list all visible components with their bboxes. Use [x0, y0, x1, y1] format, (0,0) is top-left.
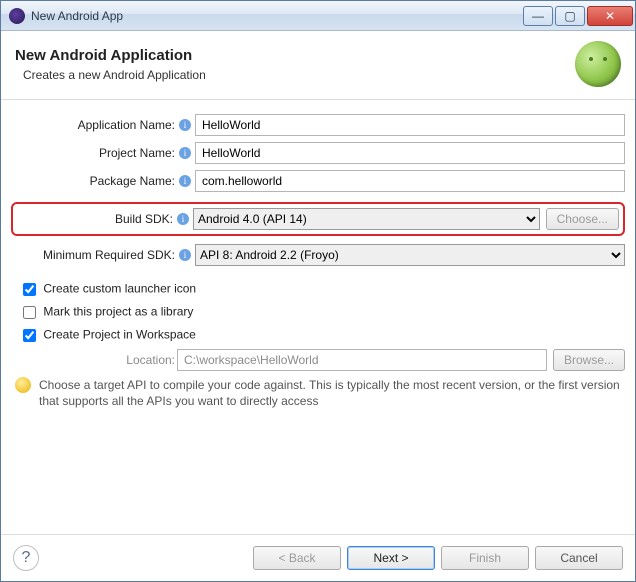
dialog-window: New Android App — ▢ ✕ New Android Applic…	[0, 0, 636, 582]
titlebar[interactable]: New Android App — ▢ ✕	[1, 1, 635, 31]
label-package-name: Package Name:	[11, 174, 177, 188]
row-package-name: Package Name: i	[11, 170, 625, 192]
page-title: New Android Application	[15, 47, 575, 64]
info-icon[interactable]: i	[179, 175, 191, 187]
check-workspace[interactable]: Create Project in Workspace	[19, 326, 625, 345]
check-library[interactable]: Mark this project as a library	[19, 303, 625, 322]
page-subtitle: Creates a new Android Application	[23, 68, 575, 82]
back-button[interactable]: < Back	[253, 546, 341, 570]
window-title: New Android App	[31, 9, 523, 23]
info-icon[interactable]: i	[179, 147, 191, 159]
launcher-icon-checkbox[interactable]	[23, 283, 36, 296]
build-sdk-select[interactable]: Android 4.0 (API 14)	[193, 208, 540, 230]
package-name-input[interactable]	[195, 170, 625, 192]
row-min-sdk: Minimum Required SDK: i API 8: Android 2…	[11, 244, 625, 266]
wizard-footer: ? < Back Next > Finish Cancel	[1, 534, 635, 581]
highlighted-build-sdk: Build SDK: i Android 4.0 (API 14) Choose…	[11, 202, 625, 236]
min-sdk-select[interactable]: API 8: Android 2.2 (Froyo)	[195, 244, 625, 266]
label-application-name: Application Name:	[11, 118, 177, 132]
label-location: Location:	[11, 353, 177, 367]
location-input	[177, 349, 547, 371]
check-launcher-icon[interactable]: Create custom launcher icon	[19, 280, 625, 299]
label-project-name: Project Name:	[11, 146, 177, 160]
window-controls: — ▢ ✕	[523, 6, 633, 26]
form-area: Application Name: i Project Name: i Pack…	[1, 100, 635, 415]
label-build-sdk: Build SDK:	[17, 212, 175, 226]
close-button[interactable]: ✕	[587, 6, 633, 26]
wizard-header: New Android Application Creates a new An…	[1, 31, 635, 100]
choose-button[interactable]: Choose...	[546, 208, 619, 230]
application-name-input[interactable]	[195, 114, 625, 136]
eclipse-icon	[9, 8, 25, 24]
finish-button[interactable]: Finish	[441, 546, 529, 570]
info-icon[interactable]: i	[179, 249, 191, 261]
info-icon[interactable]: i	[177, 213, 189, 225]
hint-text: Choose a target API to compile your code…	[39, 377, 621, 409]
project-name-input[interactable]	[195, 142, 625, 164]
android-icon	[575, 41, 621, 87]
row-application-name: Application Name: i	[11, 114, 625, 136]
maximize-button[interactable]: ▢	[555, 6, 585, 26]
hint-row: Choose a target API to compile your code…	[15, 377, 621, 409]
help-button[interactable]: ?	[13, 545, 39, 571]
info-icon[interactable]: i	[179, 119, 191, 131]
minimize-button[interactable]: —	[523, 6, 553, 26]
next-button[interactable]: Next >	[347, 546, 435, 570]
workspace-checkbox[interactable]	[23, 329, 36, 342]
checkbox-group: Create custom launcher icon Mark this pr…	[19, 280, 625, 345]
row-location: Location: Browse...	[11, 349, 625, 371]
lightbulb-icon	[15, 377, 31, 393]
label-min-sdk: Minimum Required SDK:	[11, 248, 177, 262]
row-project-name: Project Name: i	[11, 142, 625, 164]
browse-button[interactable]: Browse...	[553, 349, 625, 371]
library-checkbox[interactable]	[23, 306, 36, 319]
cancel-button[interactable]: Cancel	[535, 546, 623, 570]
